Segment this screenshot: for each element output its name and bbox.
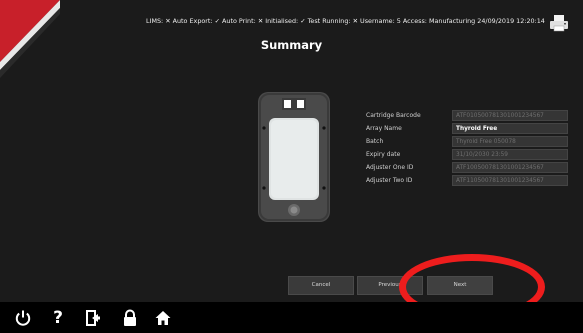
auto-print-status-cross: ✕ <box>257 17 264 25</box>
cartridge-barcode-label: Cartridge Barcode <box>366 111 421 119</box>
batch-label: Batch <box>366 137 384 145</box>
array-name-value: Thyroid Free <box>452 122 568 134</box>
summary-details: Cartridge Barcode ATF0105007813010012345… <box>366 109 568 187</box>
home-icon[interactable] <box>154 309 172 327</box>
datetime-label: 24/09/2019 12:20:14 <box>477 17 545 25</box>
logout-icon[interactable] <box>84 309 102 327</box>
detail-row: Cartridge Barcode ATF0105007813010012345… <box>366 109 568 121</box>
detail-row: Batch Thyroid Free 050078 <box>366 135 568 147</box>
help-icon[interactable]: ? <box>49 309 67 327</box>
detail-row: Expiry date 31/10/2030 23:59 <box>366 148 568 160</box>
status-bar: LIMS: ✕ Auto Export: ✓ Auto Print: ✕ Ini… <box>146 17 545 25</box>
adjuster-one-id-label: Adjuster One ID <box>366 163 414 171</box>
detail-row: Adjuster Two ID ATF110500781301001234567 <box>366 174 568 186</box>
array-name-label: Array Name <box>366 124 402 132</box>
page-title: Summary <box>260 38 323 52</box>
corner-brand-wedge <box>0 0 60 78</box>
lims-label: LIMS: <box>146 17 164 25</box>
initialised-label: Initialised: <box>265 17 299 25</box>
expiry-date-value: 31/10/2030 23:59 <box>452 148 568 160</box>
access-label: Access: Manufacturing <box>402 17 476 25</box>
cartridge-barcode-value: ATF010500781301001234567 <box>452 109 568 121</box>
adjuster-one-id-value: ATF100500781301001234567 <box>452 161 568 173</box>
auto-export-status-check: ✓ <box>214 17 220 25</box>
lock-icon[interactable] <box>121 309 139 327</box>
cartridge-image <box>258 92 330 222</box>
detail-row: Adjuster One ID ATF100500781301001234567 <box>366 161 568 173</box>
expiry-date-label: Expiry date <box>366 150 401 158</box>
test-running-label: Test Running: <box>307 17 351 25</box>
test-running-status-cross: ✕ <box>352 17 358 25</box>
lims-status-cross: ✕ <box>165 17 171 25</box>
cancel-button[interactable]: Cancel <box>288 276 354 295</box>
detail-row: Array Name Thyroid Free <box>366 122 568 134</box>
auto-export-label: Auto Export: <box>172 17 213 25</box>
auto-print-label: Auto Print: <box>222 17 256 25</box>
bottom-nav-bar: ? <box>0 302 583 333</box>
adjuster-two-id-value: ATF110500781301001234567 <box>452 174 568 186</box>
batch-value: Thyroid Free 050078 <box>452 135 568 147</box>
adjuster-two-id-label: Adjuster Two ID <box>366 176 413 184</box>
initialised-status-check: ✓ <box>300 17 306 25</box>
printer-icon[interactable] <box>549 14 569 32</box>
power-icon[interactable] <box>14 309 32 327</box>
username-label: Username: 5 <box>360 17 401 25</box>
